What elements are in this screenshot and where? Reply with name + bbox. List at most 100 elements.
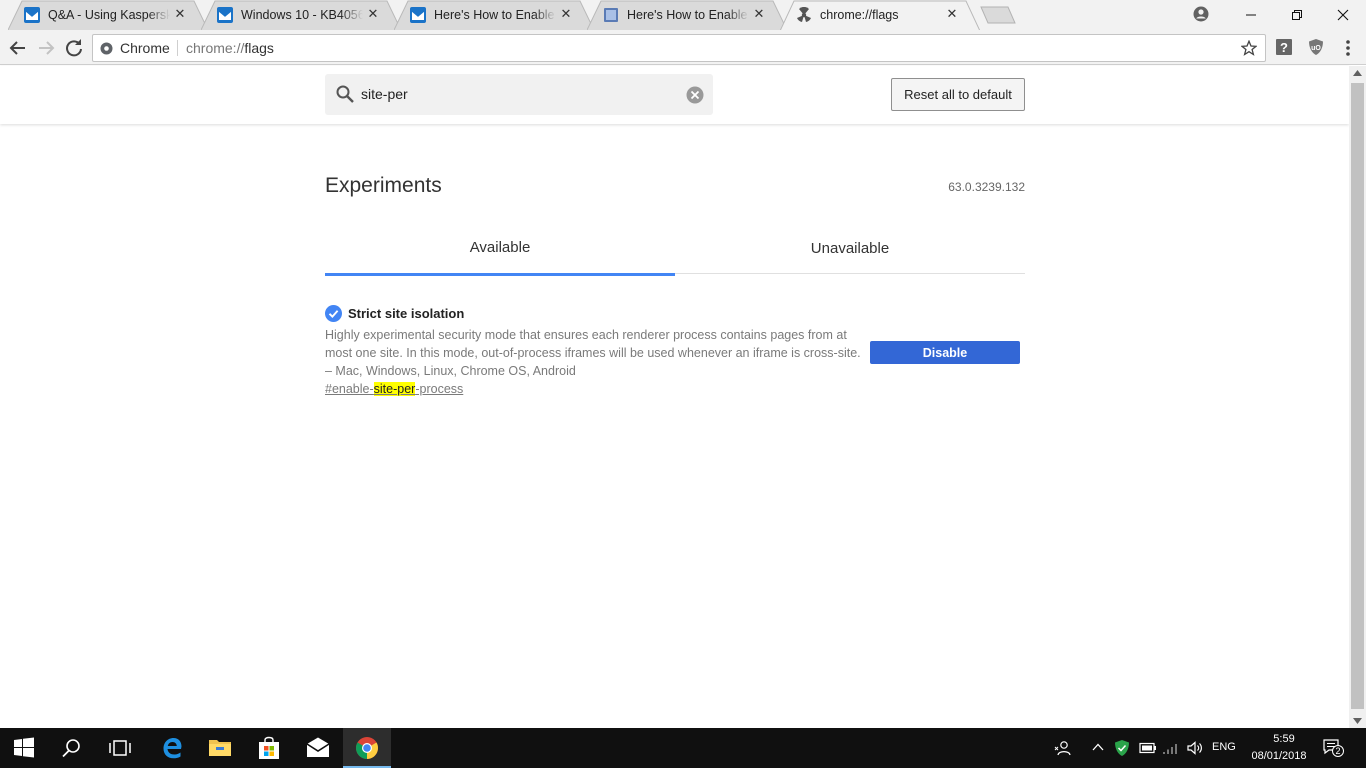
mail-icon xyxy=(24,7,40,23)
tab-title: Windows 10 - KB4056892 xyxy=(241,8,363,22)
close-tab-icon[interactable]: ✕ xyxy=(172,6,188,22)
bookmark-star-icon[interactable] xyxy=(1241,40,1257,56)
profile-icon[interactable] xyxy=(1192,5,1210,23)
mail-icon xyxy=(217,7,233,23)
browser-tab-active[interactable]: chrome://flags ✕ xyxy=(780,0,980,31)
mail-app-icon xyxy=(306,737,330,757)
flag-permalink[interactable]: #enable-site-per-process xyxy=(325,382,463,396)
notification-count: 2 xyxy=(1335,746,1340,756)
ublock-shield-icon[interactable]: uO xyxy=(1307,38,1325,56)
url-text[interactable]: chrome://flags xyxy=(186,40,274,56)
flag-title: Strict site isolation xyxy=(348,306,465,321)
chrome-icon xyxy=(356,737,378,759)
close-tab-icon[interactable]: ✕ xyxy=(365,6,381,22)
search-input[interactable] xyxy=(361,84,661,104)
mail-icon xyxy=(410,7,426,23)
network-signal-icon[interactable] xyxy=(1162,741,1180,755)
svg-text:?: ? xyxy=(1280,40,1288,55)
chrome-page-icon[interactable] xyxy=(100,42,113,55)
taskbar-chrome[interactable] xyxy=(343,728,391,768)
folder-icon xyxy=(209,740,231,756)
clock-time[interactable]: 5:59 xyxy=(1254,733,1314,745)
tab-available[interactable]: Available xyxy=(325,226,675,276)
input-language[interactable]: ENG xyxy=(1212,741,1236,753)
version-label: 63.0.3239.132 xyxy=(948,180,1025,194)
windows-logo-icon xyxy=(14,737,34,758)
disable-button[interactable]: Disable xyxy=(870,341,1020,364)
svg-text:uO: uO xyxy=(1311,45,1321,52)
action-center-icon[interactable]: 2 xyxy=(1322,738,1344,758)
back-icon[interactable] xyxy=(6,36,30,60)
page-title: Experiments xyxy=(325,174,442,197)
flag-link-prefix: #enable- xyxy=(325,382,374,396)
page-scrollbar[interactable] xyxy=(1349,66,1366,728)
tab-unavailable[interactable]: Unavailable xyxy=(675,227,1025,275)
search-icon xyxy=(336,85,354,103)
search-match-highlight: site-per xyxy=(373,382,416,396)
omnibox-divider xyxy=(177,40,178,56)
scroll-up-icon[interactable] xyxy=(1353,70,1362,76)
restore-icon xyxy=(1292,10,1302,20)
people-icon[interactable] xyxy=(1054,739,1072,757)
tab-title: Q&A - Using Kaspersky f xyxy=(48,8,170,22)
browser-tab[interactable]: Windows 10 - KB4056892 ✕ xyxy=(201,0,401,30)
address-bar[interactable]: Chrome chrome://flags xyxy=(92,34,1266,62)
taskbar-edge[interactable] xyxy=(148,728,196,768)
search-button[interactable] xyxy=(48,728,96,768)
browser-tab[interactable]: Q&A - Using Kaspersky f ✕ xyxy=(8,0,208,30)
minimize-button[interactable] xyxy=(1228,0,1274,30)
store-icon xyxy=(259,736,279,759)
flask-icon xyxy=(797,7,811,22)
defender-shield-icon[interactable] xyxy=(1114,739,1130,757)
show-hidden-icons-chevron[interactable] xyxy=(1092,742,1104,752)
reload-icon[interactable] xyxy=(62,36,86,60)
reset-all-button[interactable]: Reset all to default xyxy=(891,78,1025,111)
task-view-icon xyxy=(109,740,131,756)
scroll-down-icon[interactable] xyxy=(1353,718,1362,724)
flag-description: Highly experimental security mode that e… xyxy=(325,328,861,378)
url-host: flags xyxy=(244,40,274,56)
volume-icon[interactable] xyxy=(1186,739,1204,757)
chrome-menu-icon[interactable] xyxy=(1340,38,1356,58)
search-header: Reset all to default xyxy=(0,66,1349,124)
clock-date[interactable]: 08/01/2018 xyxy=(1244,750,1314,762)
forward-icon[interactable] xyxy=(34,36,58,60)
browser-toolbar: Chrome chrome://flags ? uO xyxy=(0,30,1366,65)
windows-taskbar: ENG 5:59 08/01/2018 2 xyxy=(0,728,1366,768)
minimize-icon xyxy=(1246,14,1256,16)
page-origin-chip[interactable]: Chrome xyxy=(120,40,170,56)
active-tab-indicator xyxy=(325,273,675,276)
search-box[interactable] xyxy=(325,74,713,115)
tab-title: Here's How to Enable Ch xyxy=(434,8,556,22)
taskbar-mail[interactable] xyxy=(294,728,342,768)
restore-button[interactable] xyxy=(1274,0,1320,30)
check-circle-icon xyxy=(325,305,342,322)
close-icon xyxy=(1337,9,1349,21)
experiment-tabs: Available Unavailable xyxy=(325,226,1025,276)
battery-icon[interactable] xyxy=(1139,742,1157,754)
taskbar-file-explorer[interactable] xyxy=(196,728,244,768)
help-extension-icon[interactable]: ? xyxy=(1275,38,1293,56)
close-tab-icon[interactable]: ✕ xyxy=(944,6,960,22)
new-tab-button[interactable] xyxy=(980,6,1016,24)
close-window-button[interactable] xyxy=(1320,0,1366,30)
flag-link-suffix: -process xyxy=(415,382,464,396)
taskbar-search-icon xyxy=(62,739,80,758)
edge-icon xyxy=(163,738,182,759)
tab-available-label: Available xyxy=(469,239,531,256)
browser-tab[interactable]: Here's How to Enable Ch ✕ xyxy=(587,0,787,30)
tab-title: Here's How to Enable Ch xyxy=(627,8,749,22)
clear-search-icon[interactable] xyxy=(686,86,704,104)
start-button[interactable] xyxy=(0,728,48,768)
url-scheme: chrome:// xyxy=(186,40,245,56)
task-view-button[interactable] xyxy=(96,728,144,768)
tab-strip: Q&A - Using Kaspersky f ✕ Windows 10 - K… xyxy=(0,0,1366,31)
scrollbar-thumb[interactable] xyxy=(1351,83,1364,709)
close-tab-icon[interactable]: ✕ xyxy=(751,6,767,22)
browser-tab[interactable]: Here's How to Enable Ch ✕ xyxy=(394,0,594,30)
taskbar-store[interactable] xyxy=(245,728,293,768)
flags-page: Reset all to default Experiments 63.0.32… xyxy=(0,66,1349,728)
page-icon xyxy=(604,8,618,22)
tab-title: chrome://flags xyxy=(820,8,942,22)
close-tab-icon[interactable]: ✕ xyxy=(558,6,574,22)
